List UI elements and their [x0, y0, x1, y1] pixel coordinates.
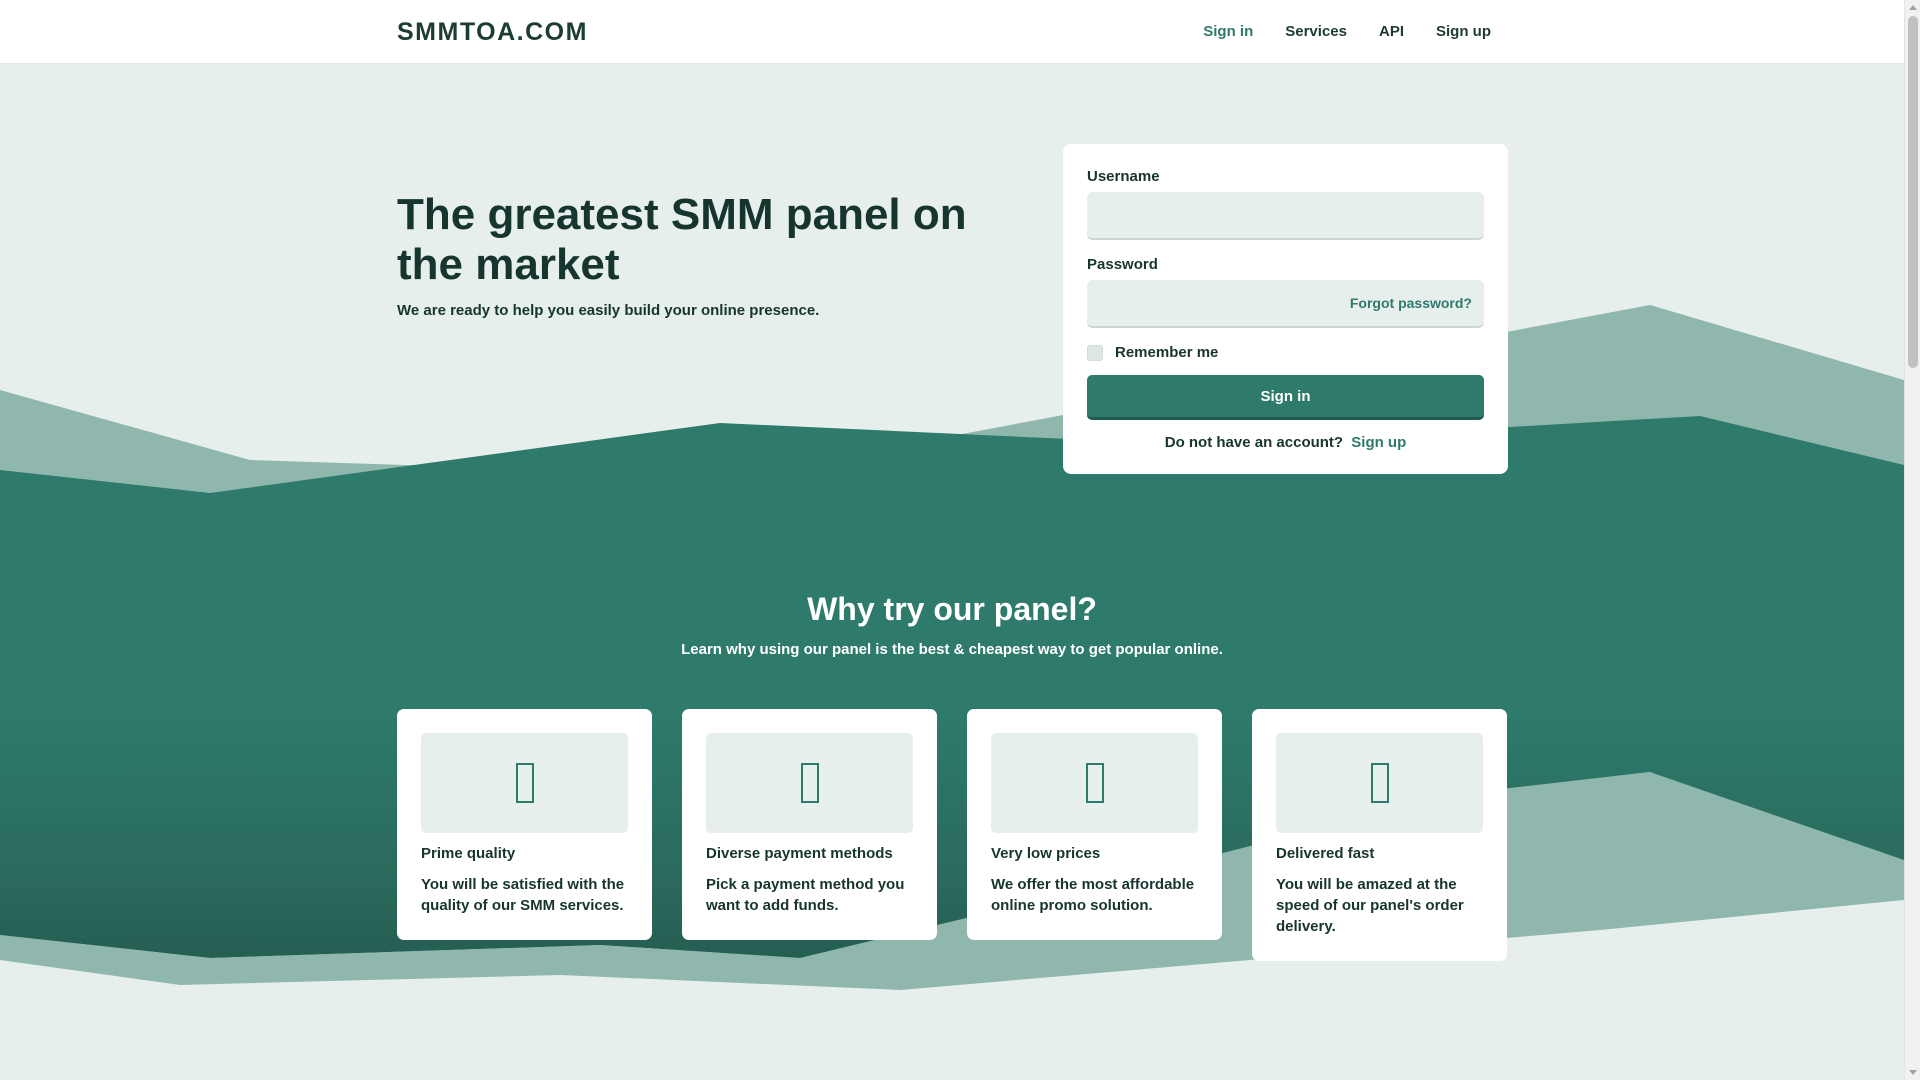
- login-form: Username Password Forgot password? Remem…: [1063, 144, 1508, 474]
- why-section-title: Why try our panel?: [807, 591, 1097, 627]
- feature-icon-box: [421, 733, 628, 833]
- feature-icon-box: [991, 733, 1198, 833]
- top-navbar: SMMTOA.COM Sign in Services API Sign up: [0, 0, 1904, 64]
- feature-card-prime-quality: Prime quality You will be satisfied with…: [397, 709, 652, 940]
- nav-services[interactable]: Services: [1285, 23, 1347, 40]
- feature-text: You will be satisfied with the quality o…: [421, 876, 625, 914]
- missing-glyph-icon: [515, 763, 534, 803]
- feature-icon-box: [1276, 733, 1483, 833]
- feature-text: We offer the most affordable online prom…: [991, 876, 1195, 914]
- scroll-up-arrow-icon[interactable]: [1909, 5, 1917, 10]
- remember-me-label[interactable]: Remember me: [1115, 344, 1218, 361]
- forgot-password-link[interactable]: Forgot password?: [1350, 295, 1472, 311]
- password-field-wrapper: Forgot password?: [1087, 280, 1484, 328]
- hero-subtitle: We are ready to help you easily build yo…: [397, 302, 820, 319]
- scrollbar-thumb[interactable]: [1908, 16, 1918, 368]
- nav-api[interactable]: API: [1379, 23, 1404, 40]
- missing-glyph-icon: [1370, 763, 1389, 803]
- username-label: Username: [1087, 168, 1160, 185]
- feature-card-low-prices: Very low prices We offer the most afford…: [967, 709, 1222, 940]
- missing-glyph-icon: [800, 763, 819, 803]
- remember-me-checkbox[interactable]: [1087, 344, 1103, 361]
- feature-text: You will be amazed at the speed of our p…: [1276, 876, 1464, 935]
- page: SMMTOA.COM Sign in Services API Sign up …: [0, 0, 1904, 1080]
- why-section-subtitle: Learn why using our panel is the best & …: [681, 641, 1223, 658]
- feature-title: Very low prices: [991, 845, 1101, 862]
- scroll-down-arrow-icon[interactable]: [1909, 1070, 1917, 1075]
- vertical-scrollbar[interactable]: [1904, 0, 1920, 1080]
- main-nav: Sign in Services API Sign up: [1171, 23, 1491, 40]
- sign-in-button[interactable]: Sign in: [1087, 375, 1484, 420]
- hero-title: The greatest SMM panel on the market: [397, 190, 967, 289]
- feature-text: Pick a payment method you want to add fu…: [706, 876, 905, 914]
- no-account-text: Do not have an account?: [1164, 434, 1344, 451]
- brand-logo[interactable]: SMMTOA.COM: [397, 18, 588, 47]
- nav-sign-in[interactable]: Sign in: [1203, 23, 1253, 40]
- missing-glyph-icon: [1085, 763, 1104, 803]
- feature-icon-box: [706, 733, 913, 833]
- feature-card-payment-methods: Diverse payment methods Pick a payment m…: [682, 709, 937, 940]
- feature-cards: Prime quality You will be satisfied with…: [397, 709, 1507, 961]
- signup-link[interactable]: Sign up: [1351, 434, 1406, 451]
- feature-title: Diverse payment methods: [706, 845, 893, 862]
- signup-prompt: Do not have an account? Sign up: [1087, 434, 1484, 451]
- feature-title: Delivered fast: [1276, 845, 1375, 862]
- remember-me-row: Remember me: [1087, 344, 1484, 361]
- username-input[interactable]: [1087, 192, 1484, 240]
- password-label: Password: [1087, 256, 1158, 273]
- feature-title: Prime quality: [421, 845, 516, 862]
- feature-card-delivered-fast: Delivered fast You will be amazed at the…: [1252, 709, 1507, 961]
- nav-sign-up[interactable]: Sign up: [1436, 23, 1491, 40]
